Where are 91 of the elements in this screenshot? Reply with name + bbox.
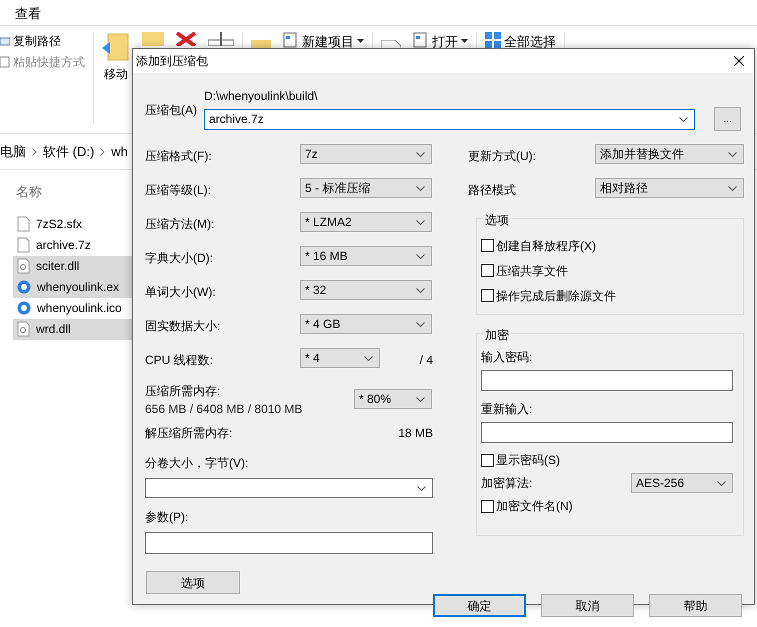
- options-button[interactable]: 选项: [146, 571, 240, 594]
- field-label: 压缩包(A): [145, 102, 198, 119]
- close-icon: [734, 56, 744, 66]
- field-label: 压缩格式(F):: [145, 148, 213, 165]
- file-item[interactable]: whenyoulink.ico: [13, 298, 132, 318]
- dropdown[interactable]: * LZMA2: [300, 212, 432, 232]
- caret-icon: [728, 152, 737, 156]
- chevron-icon: [32, 148, 37, 156]
- folder-icon: [102, 32, 130, 62]
- move-to-button[interactable]: 移动: [102, 32, 130, 83]
- caret-icon: [416, 220, 425, 224]
- dropdown[interactable]: * 4 GB: [300, 314, 432, 334]
- caret-icon: [416, 322, 425, 326]
- caret-icon: [364, 356, 373, 360]
- caret-icon: [717, 480, 726, 486]
- checkbox[interactable]: 创建自释放程序(X): [481, 233, 735, 258]
- breadcrumb-item[interactable]: 电脑: [0, 142, 26, 162]
- field-label: 压缩方法(M):: [145, 216, 216, 233]
- select-all-icon: [485, 32, 501, 48]
- file-icon: [17, 216, 30, 232]
- field-label: 单词大小(W):: [145, 284, 217, 301]
- field-label: 解压缩所需内存:: [145, 425, 232, 442]
- caret-icon: [416, 152, 425, 156]
- parameters-field[interactable]: [145, 532, 433, 554]
- memory-value: 18 MB: [398, 425, 433, 442]
- dropdown[interactable]: 添加并替换文件: [595, 144, 744, 164]
- thread-count: / 4: [420, 352, 433, 369]
- browse-button[interactable]: ...: [714, 107, 741, 131]
- window-title: 添加到压缩包: [136, 53, 208, 70]
- archive-field[interactable]: archive.7z: [204, 108, 695, 130]
- checkbox[interactable]: 操作完成后删除源文件: [481, 283, 735, 308]
- dialog-button[interactable]: 确定: [433, 594, 526, 617]
- dialog-button[interactable]: 取消: [541, 594, 634, 617]
- memory-usage: 656 MB / 6408 MB / 8010 MB: [145, 401, 304, 418]
- dialog-button[interactable]: 帮助: [649, 594, 742, 617]
- file-item[interactable]: whenyoulink.ex: [13, 276, 132, 298]
- checkbox[interactable]: 加密文件名(N): [481, 493, 735, 519]
- file-icon: [17, 237, 30, 253]
- caret-icon: [728, 186, 737, 190]
- ribbon-button[interactable]: 复制路径: [0, 32, 85, 50]
- rename-icon: [208, 32, 234, 46]
- copy-icon: [142, 32, 164, 46]
- copy-path-icon: [0, 35, 10, 47]
- ribbon-button[interactable]: 全部选择: [485, 32, 556, 52]
- file-item[interactable]: archive.7z: [13, 234, 132, 256]
- dropdown[interactable]: * 32: [300, 280, 432, 300]
- ribbon-button[interactable]: 新建项目: [283, 32, 364, 52]
- field-label: 重新输入:: [481, 401, 534, 418]
- breadcrumb-item[interactable]: 软件 (D:): [43, 142, 94, 162]
- dropdown[interactable]: AES-256: [631, 473, 733, 493]
- dropdown[interactable]: * 16 MB: [300, 246, 432, 266]
- checkbox[interactable]: 压缩共享文件: [481, 258, 735, 283]
- password-field[interactable]: [481, 422, 733, 443]
- field-label: 输入密码:: [481, 349, 534, 366]
- file-item[interactable]: 7zS2.sfx: [13, 214, 132, 234]
- dropdown[interactable]: * 80%: [354, 389, 432, 409]
- dropdown[interactable]: 相对路径: [595, 178, 744, 198]
- shortcut-icon: [0, 56, 10, 68]
- chevron-icon: [100, 148, 106, 156]
- checkbox[interactable]: 显示密码(S): [481, 447, 735, 473]
- dropdown[interactable]: 5 - 标准压缩: [300, 178, 432, 198]
- group-title: 选项: [483, 211, 511, 229]
- field-label: 压缩等级(L):: [145, 182, 212, 199]
- field-label: 分卷大小，字节(V):: [145, 455, 250, 472]
- volume-size-dropdown[interactable]: [145, 478, 433, 498]
- ribbon-button[interactable]: 打开: [413, 32, 468, 52]
- file-item[interactable]: sciter.dll: [13, 256, 132, 276]
- caret-icon: [416, 396, 425, 402]
- dropdown[interactable]: 7z: [300, 144, 432, 164]
- field-label: 加密算法:: [481, 475, 532, 492]
- field-label: 路径模式: [468, 182, 517, 199]
- app-icon: [17, 301, 31, 315]
- field-label: 固实数据大小:: [145, 318, 222, 335]
- field-label: 更新方式(U):: [468, 148, 537, 165]
- caret-icon: [416, 254, 425, 258]
- caret-icon: [679, 116, 688, 122]
- field-label: 字典大小(D):: [145, 250, 214, 267]
- password-field[interactable]: [481, 370, 733, 391]
- dropdown[interactable]: * 4: [300, 348, 380, 368]
- field-label: 压缩所需内存:: [145, 383, 222, 400]
- field-label: CPU 线程数:: [145, 352, 214, 369]
- field-label: 参数(P):: [145, 509, 190, 526]
- ribbon-tab[interactable]: 查看: [15, 6, 41, 21]
- breadcrumb-item[interactable]: wh: [111, 142, 128, 162]
- delete-icon: [176, 32, 196, 46]
- path-text: D:\whenyoulink\build\: [204, 88, 318, 105]
- file-item[interactable]: wrd.dll: [13, 318, 132, 340]
- app-icon: [17, 280, 31, 294]
- caret-icon: [416, 186, 425, 190]
- caret-icon: [416, 288, 425, 292]
- caret-icon: [417, 486, 426, 490]
